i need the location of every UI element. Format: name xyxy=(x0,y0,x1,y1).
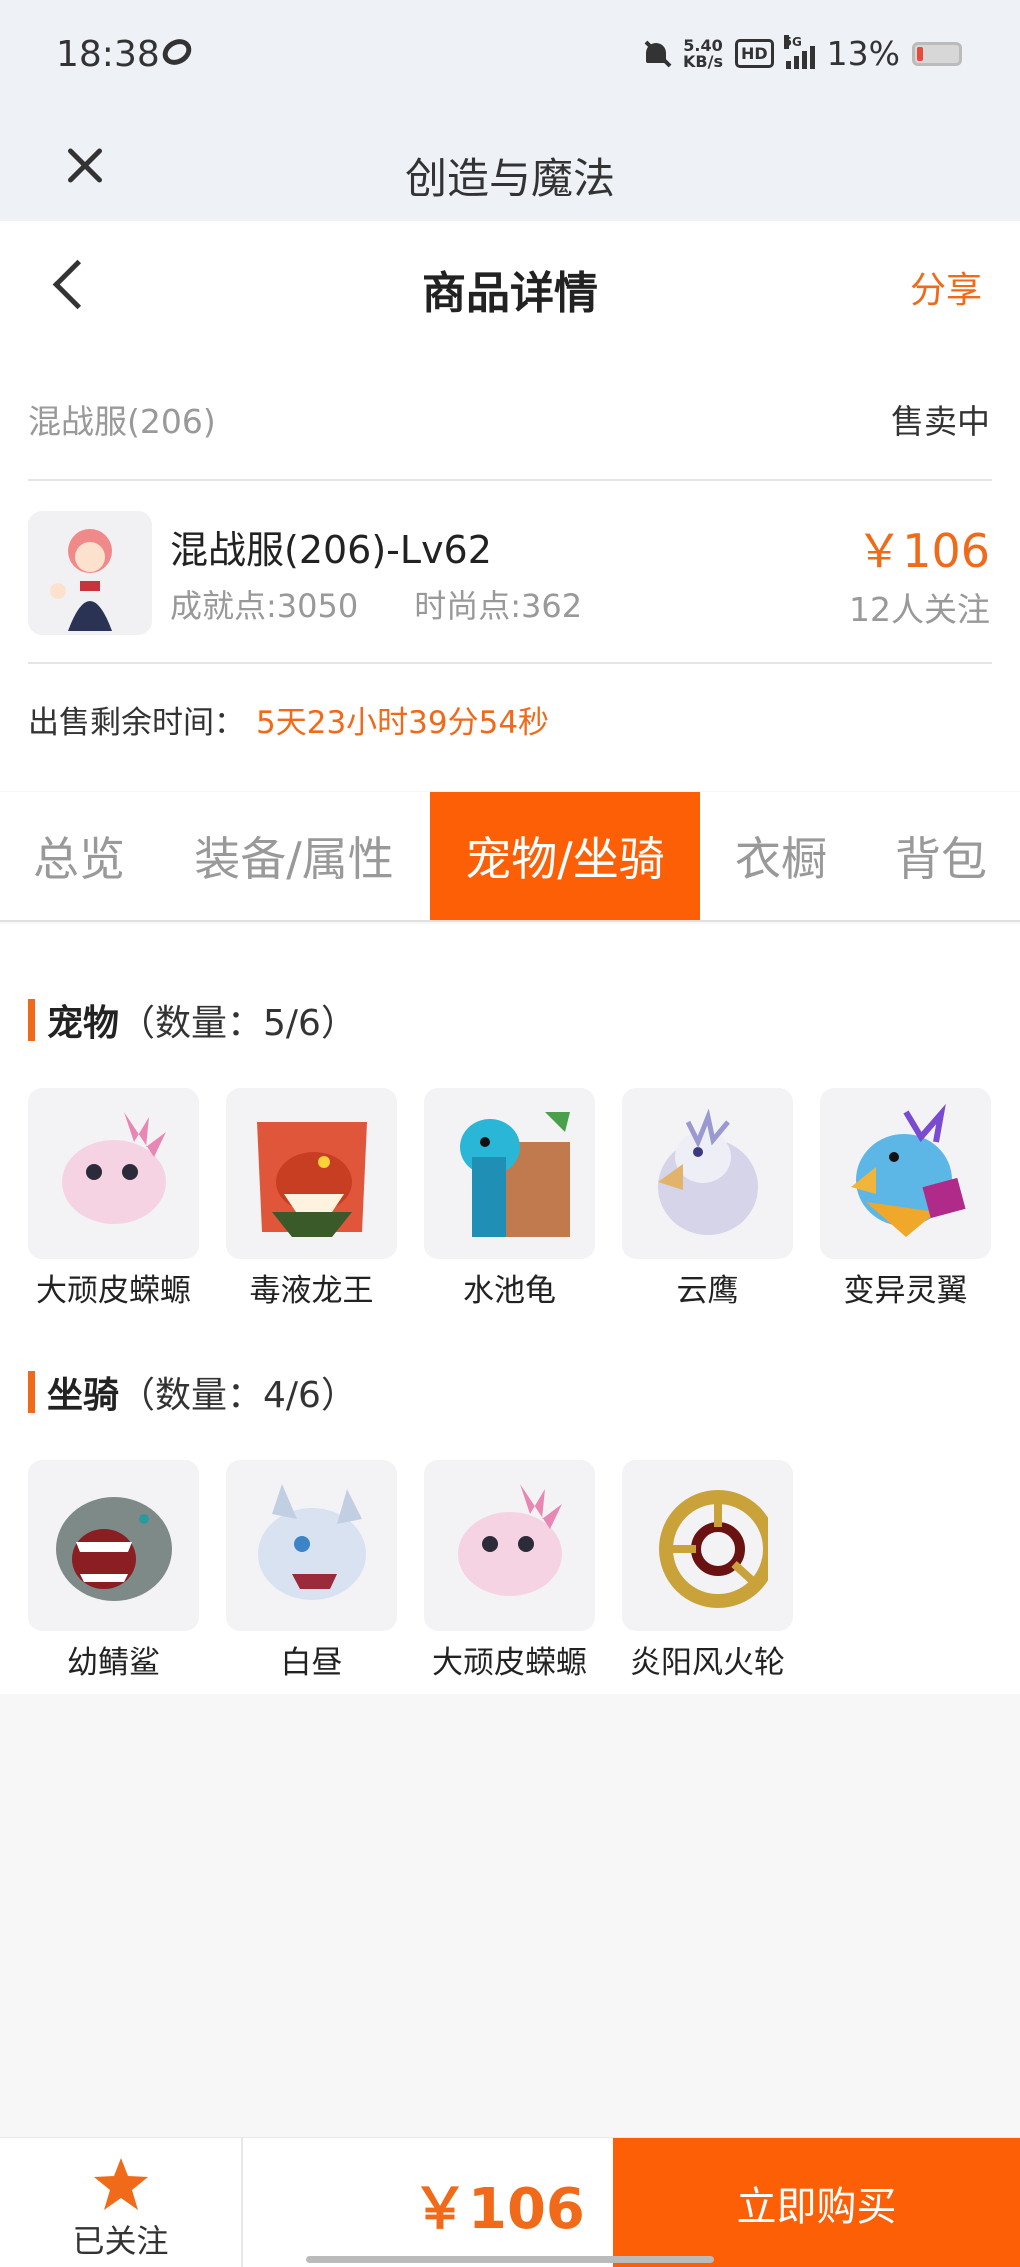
tab-overview[interactable]: 总览 xyxy=(0,792,158,920)
app-title: 创造与魔法 xyxy=(404,154,615,203)
axolotl-icon xyxy=(424,1460,595,1631)
time-left-value: 5天23小时39分54秒 xyxy=(256,705,550,741)
time-left-label: 出售剩余时间： xyxy=(28,705,245,741)
pets-title: 宠物 xyxy=(47,1003,120,1044)
pets-count: （数量：5/6） xyxy=(119,1003,357,1044)
pet-name: 水池龟 xyxy=(463,1273,556,1309)
share-button[interactable]: 分享 xyxy=(910,261,982,313)
mounts-grid: 幼鲭鲨 白昼 大顽皮蝾螈 炎阳风火轮 xyxy=(28,1460,793,1682)
pet-item[interactable]: 水池龟 xyxy=(424,1088,595,1310)
tab-pets-mounts[interactable]: 宠物/坐骑 xyxy=(430,792,700,920)
network-type: 5G xyxy=(783,34,802,49)
mounts-section-title: 坐骑 （数量：4/6） xyxy=(28,1366,357,1418)
mount-item[interactable]: 大顽皮蝾螈 xyxy=(424,1460,595,1682)
pet-name: 云鹰 xyxy=(676,1273,739,1309)
griffin-icon xyxy=(820,1088,991,1259)
mount-item[interactable]: 炎阳风火轮 xyxy=(622,1460,793,1682)
divider xyxy=(28,662,992,664)
fashion-points: 时尚点:362 xyxy=(414,587,583,625)
network-speed: 5.40 KB/s xyxy=(683,37,723,71)
turtle-icon xyxy=(424,1088,595,1259)
hd-icon: HD xyxy=(734,39,774,68)
bottom-price: ￥106 xyxy=(412,2177,585,2242)
follower-count: 12人关注 xyxy=(849,590,990,629)
tab-equipment[interactable]: 装备/属性 xyxy=(158,792,430,920)
pets-grid: 大顽皮蝾螈 毒液龙王 水池龟 云鹰 变异灵翼 xyxy=(28,1088,991,1310)
tab-wardrobe[interactable]: 衣橱 xyxy=(700,792,862,920)
battery-percent: 13% xyxy=(826,34,900,73)
page-title: 商品详情 xyxy=(422,268,598,319)
signal-icon: 5G xyxy=(783,34,815,69)
detail-tabs: 总览 装备/属性 宠物/坐骑 衣橱 背包 xyxy=(0,792,1020,922)
mount-name: 白昼 xyxy=(280,1645,343,1681)
pet-item[interactable]: 变异灵翼 xyxy=(820,1088,991,1310)
pet-item[interactable]: 云鹰 xyxy=(622,1088,793,1310)
section-accent-bar xyxy=(28,1371,35,1413)
fire-wheel-icon xyxy=(622,1460,793,1631)
pet-name: 大顽皮蝾螈 xyxy=(36,1273,191,1309)
pets-mounts-panel: 宠物 （数量：5/6） 大顽皮蝾螈 毒液龙王 水池龟 云鹰 变异灵翼 坐骑 （数… xyxy=(0,924,1020,1694)
listing-price: ￥106 xyxy=(856,524,990,578)
tab-backpack[interactable]: 背包 xyxy=(862,792,1020,920)
bottom-action-bar: 已关注 ￥106 立即购买 xyxy=(0,2137,1020,2267)
buy-now-button[interactable]: 立即购买 xyxy=(613,2138,1020,2267)
sale-status: 售卖中 xyxy=(891,402,990,441)
pet-name: 毒液龙王 xyxy=(249,1273,374,1309)
axolotl-icon xyxy=(28,1088,199,1259)
follow-label: 已关注 xyxy=(72,2222,169,2260)
mount-item[interactable]: 幼鲭鲨 xyxy=(28,1460,199,1682)
star-icon xyxy=(94,2158,148,2210)
section-accent-bar xyxy=(28,999,35,1041)
server-name: 混战服(206) xyxy=(28,402,216,441)
divider xyxy=(28,479,992,481)
mounts-title: 坐骑 xyxy=(47,1375,120,1416)
status-bar: 18:38 5.40 KB/s HD 5G 13% xyxy=(0,0,1020,115)
character-avatar-art xyxy=(50,529,112,631)
mute-bell-icon xyxy=(643,39,671,69)
mount-item[interactable]: 白昼 xyxy=(226,1460,397,1682)
mount-name: 幼鲭鲨 xyxy=(67,1645,160,1681)
pet-name: 变异灵翼 xyxy=(843,1273,968,1309)
status-indicators: 5.40 KB/s HD 5G 13% xyxy=(643,34,962,73)
mount-name: 炎阳风火轮 xyxy=(630,1645,785,1681)
app-bar: 创造与魔法 xyxy=(0,115,1020,221)
page-header: 商品详情 分享 xyxy=(0,221,1020,351)
mount-name: 大顽皮蝾螈 xyxy=(432,1645,587,1681)
battery-icon xyxy=(912,41,962,66)
character-name: 混战服(206)-Lv62 xyxy=(170,528,492,572)
home-indicator[interactable] xyxy=(306,2256,714,2263)
dragon-icon xyxy=(226,1088,397,1259)
listing-card: 混战服(206) 售卖中 混战服(206)-Lv62 成就点:3050 时尚点:… xyxy=(0,351,1020,791)
network-speed-unit: KB/s xyxy=(683,51,723,71)
character-avatar xyxy=(28,511,152,635)
pet-item[interactable]: 毒液龙王 xyxy=(226,1088,397,1310)
white-dragon-icon xyxy=(226,1460,397,1631)
shark-icon xyxy=(28,1460,199,1631)
eagle-icon xyxy=(622,1088,793,1259)
mounts-count: （数量：4/6） xyxy=(119,1375,357,1416)
character-stats: 成就点:3050 时尚点:362 xyxy=(170,581,582,627)
achievement-points: 成就点:3050 xyxy=(170,587,359,625)
sync-icon xyxy=(158,34,196,70)
pet-item[interactable]: 大顽皮蝾螈 xyxy=(28,1088,199,1310)
status-time: 18:38 xyxy=(56,34,160,75)
follow-button[interactable]: 已关注 xyxy=(0,2138,243,2267)
pets-section-title: 宠物 （数量：5/6） xyxy=(28,994,357,1046)
